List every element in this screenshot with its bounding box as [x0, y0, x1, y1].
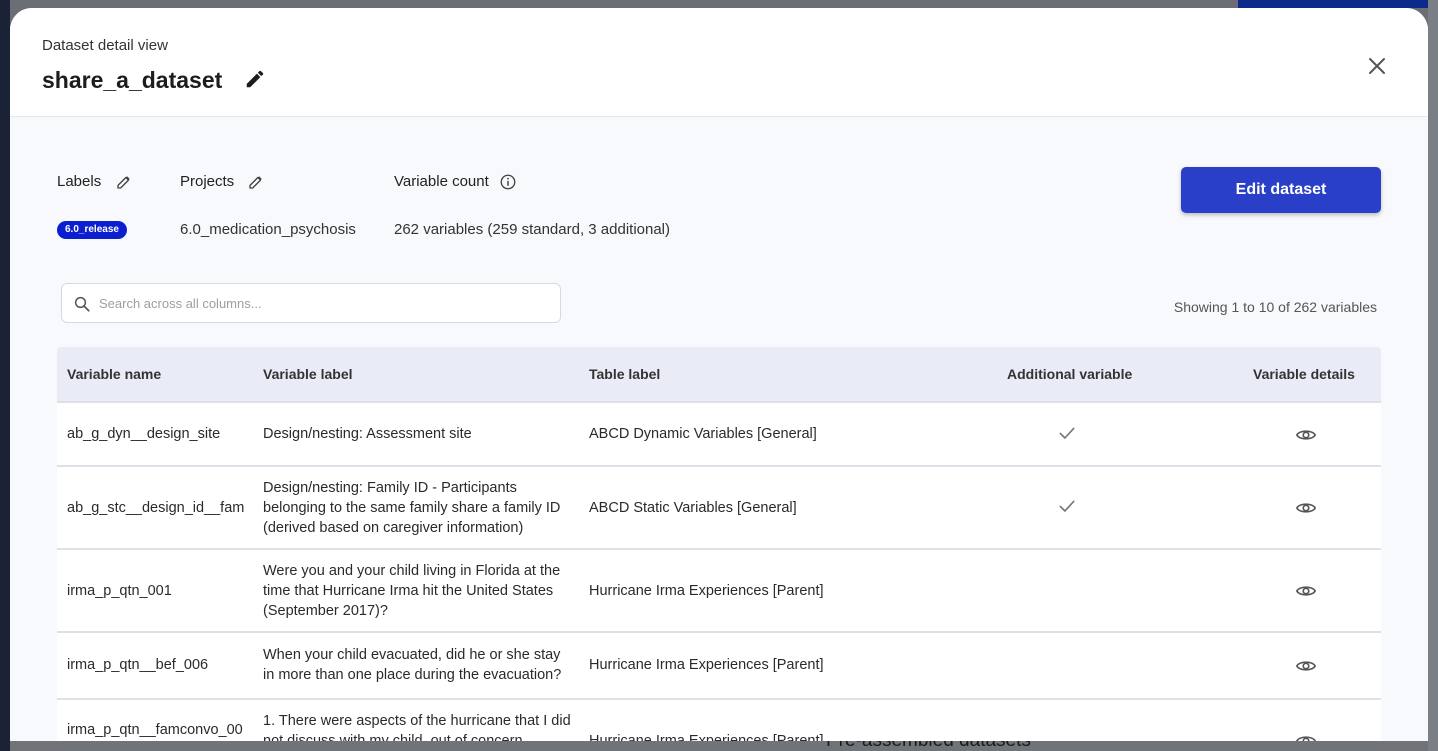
table-header: Variable name Variable label Table label… [57, 347, 1381, 401]
eye-icon[interactable] [1295, 730, 1317, 741]
background-topbar [1238, 0, 1438, 8]
variable-name-cell: irma_p_qtn_001 [67, 583, 172, 599]
project-value: 6.0_medication_psychosis [180, 221, 356, 238]
modal-header: Dataset detail view share_a_dataset [10, 8, 1428, 117]
eye-icon[interactable] [1295, 655, 1317, 677]
table-row: irma_p_qtn__famconvo_00 1. There were as… [57, 700, 1381, 741]
table-row: irma_p_qtn__bef_006 When your child evac… [57, 633, 1381, 700]
background-sidebar [0, 0, 10, 751]
variable-label-cell: Were you and your child living in Florid… [263, 563, 561, 619]
variable-name-cell: ab_g_dyn__design_site [67, 426, 221, 442]
check-icon [1059, 427, 1075, 439]
variable-count-heading: Variable count [394, 173, 489, 190]
variable-count-value: 262 variables (259 standard, 3 additiona… [394, 221, 671, 238]
projects-heading: Projects [180, 173, 235, 190]
variable-label-cell: When your child evacuated, did he or she… [263, 647, 562, 683]
search-icon [74, 296, 90, 312]
search-input[interactable] [99, 292, 549, 314]
variable-name-cell: irma_p_qtn__famconvo_00 [67, 722, 243, 738]
eye-icon[interactable] [1295, 424, 1317, 446]
eye-icon[interactable] [1295, 497, 1317, 519]
table-label-cell: Hurricane Irma Experiences [Parent] [589, 733, 824, 741]
column-header-variable-name[interactable]: Variable name [67, 366, 161, 382]
dataset-detail-modal: Dataset detail view share_a_dataset Labe… [10, 8, 1428, 741]
column-header-additional-variable[interactable]: Additional variable [1007, 366, 1132, 382]
pencil-icon[interactable] [115, 173, 133, 191]
edit-dataset-button[interactable]: Edit dataset [1181, 167, 1381, 213]
variable-label-cell: Design/nesting: Assessment site [263, 426, 472, 442]
background-footer [10, 741, 1428, 751]
variables-table: Variable name Variable label Table label… [57, 347, 1381, 741]
background-right-strip [1428, 0, 1438, 751]
close-icon[interactable] [1365, 54, 1389, 78]
pencil-icon[interactable] [244, 68, 266, 90]
modal-subtitle: Dataset detail view [42, 37, 168, 54]
check-icon [1059, 500, 1075, 512]
dataset-title: share_a_dataset [42, 67, 223, 93]
column-header-table-label[interactable]: Table label [589, 366, 660, 382]
label-badge[interactable]: 6.0_release [57, 221, 127, 239]
search-box [61, 283, 561, 323]
table-label-cell: Hurricane Irma Experiences [Parent] [589, 583, 824, 599]
table-label-cell: ABCD Dynamic Variables [General] [589, 426, 817, 442]
info-icon[interactable] [499, 173, 517, 191]
table-row: irma_p_qtn_001 Were you and your child l… [57, 550, 1381, 633]
variable-label-cell: 1. There were aspects of the hurricane t… [263, 713, 571, 741]
table-row: ab_g_dyn__design_site Design/nesting: As… [57, 401, 1381, 467]
variable-name-cell: ab_g_stc__design_id__fam [67, 500, 245, 516]
variable-label-cell: Design/nesting: Family ID - Participants… [263, 480, 561, 536]
eye-icon[interactable] [1295, 580, 1317, 602]
variable-name-cell: irma_p_qtn__bef_006 [67, 657, 209, 673]
results-count: Showing 1 to 10 of 262 variables [1173, 299, 1377, 315]
table-label-cell: Hurricane Irma Experiences [Parent] [589, 657, 824, 673]
column-header-variable-label[interactable]: Variable label [263, 366, 353, 382]
labels-heading: Labels [57, 173, 102, 190]
pencil-icon[interactable] [247, 173, 265, 191]
table-label-cell: ABCD Static Variables [General] [589, 500, 797, 516]
column-header-variable-details: Variable details [1253, 366, 1355, 382]
table-row: ab_g_stc__design_id__fam Design/nesting:… [57, 467, 1381, 550]
